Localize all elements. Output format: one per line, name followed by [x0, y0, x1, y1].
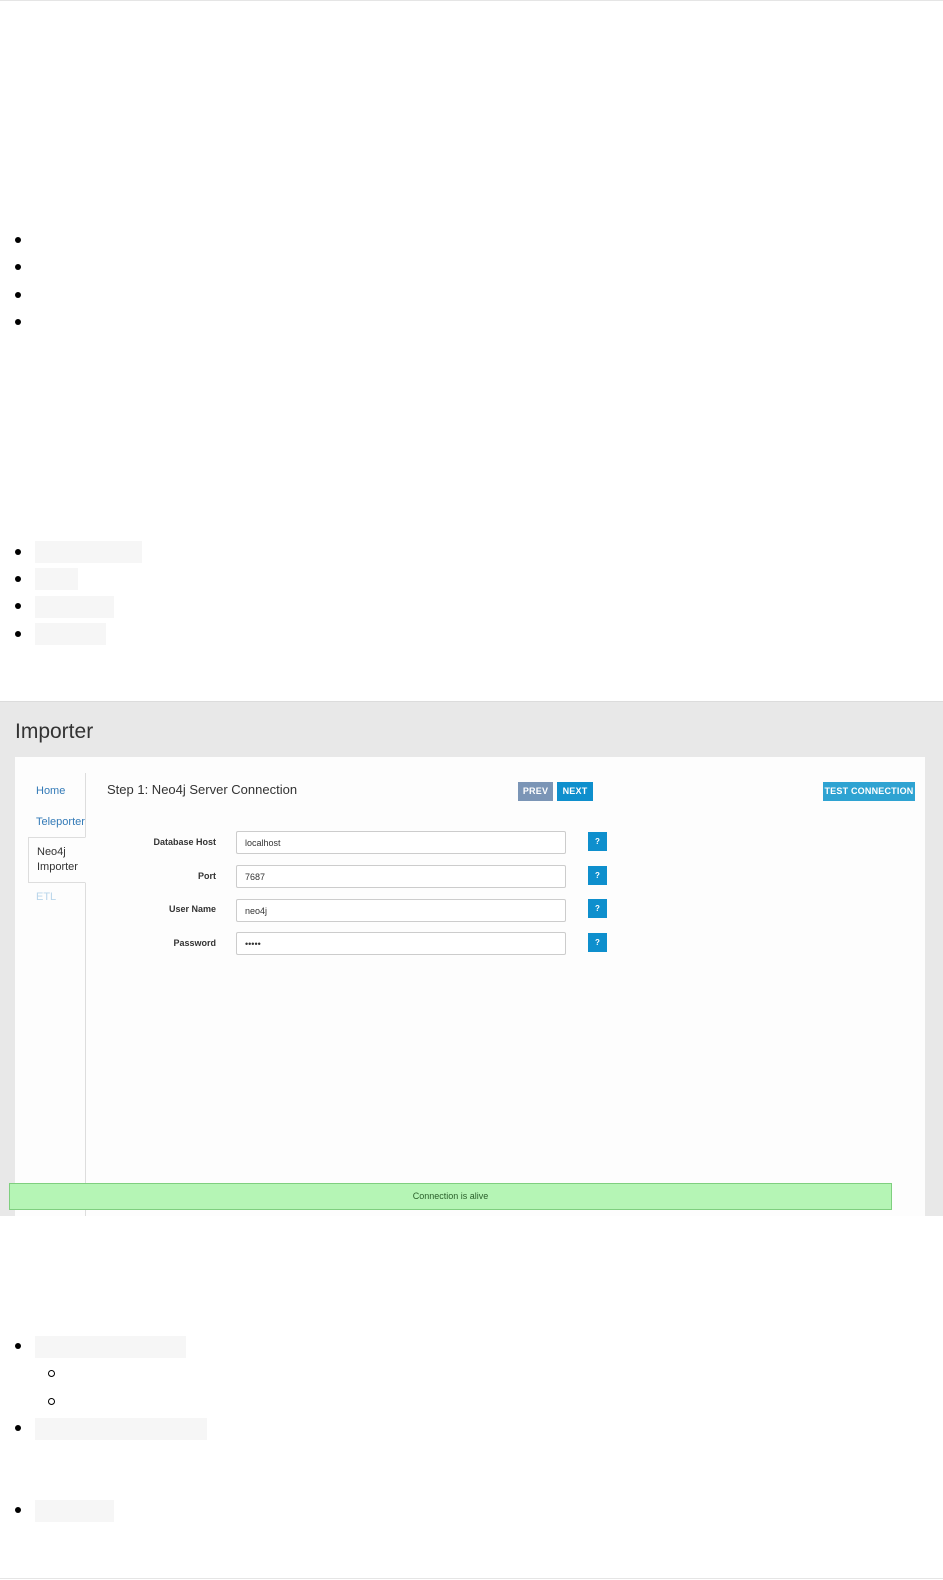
list-bullet [15, 631, 21, 637]
list-bullet [15, 576, 21, 582]
nested-list-bullet [48, 1370, 55, 1377]
prev-button[interactable]: PREV [518, 782, 553, 801]
list-bullet [15, 549, 21, 555]
placeholder-link[interactable] [35, 623, 106, 645]
list-bullet [15, 603, 21, 609]
list-bullet [15, 237, 21, 243]
list-bullet [15, 1425, 21, 1431]
user-name-input[interactable] [236, 899, 566, 922]
importer-panel: Importer Home Teleporter Neo4j Importer … [0, 701, 943, 1216]
list-bullet [15, 319, 21, 325]
list-bullet [15, 1507, 21, 1513]
placeholder-link[interactable] [35, 1418, 207, 1440]
page-title: Importer [15, 720, 94, 743]
status-alert: Connection is alive [9, 1183, 892, 1210]
sidebar-item-etl[interactable]: ETL [28, 890, 85, 905]
port-help-button[interactable]: ? [588, 866, 607, 885]
list-bullet [15, 264, 21, 270]
placeholder-link[interactable] [35, 1500, 114, 1522]
port-label: Port [198, 871, 216, 881]
password-help-button[interactable]: ? [588, 933, 607, 952]
step-title: Step 1: Neo4j Server Connection [107, 782, 298, 797]
test-connection-button[interactable]: TEST CONNECTION [823, 782, 915, 801]
placeholder-link[interactable] [35, 568, 78, 590]
list-bullet [15, 1343, 21, 1349]
next-button[interactable]: NEXT [557, 782, 593, 801]
placeholder-link[interactable] [35, 596, 114, 618]
password-input[interactable] [236, 932, 566, 955]
placeholder-link[interactable] [35, 1336, 186, 1358]
placeholder-link[interactable] [35, 541, 142, 563]
port-input[interactable] [236, 865, 566, 888]
sidebar-nav: Home Teleporter Neo4j Importer ETL [28, 773, 86, 1216]
user-name-help-button[interactable]: ? [588, 899, 607, 918]
database-host-input[interactable] [236, 831, 566, 854]
sidebar-item-home[interactable]: Home [28, 784, 85, 799]
sidebar-item-neo4j-importer[interactable]: Neo4j Importer [28, 837, 86, 883]
sidebar-item-teleporter[interactable]: Teleporter [28, 815, 85, 830]
database-host-help-button[interactable]: ? [588, 832, 607, 851]
bottom-divider [0, 1578, 943, 1579]
list-bullet [15, 292, 21, 298]
database-host-label: Database Host [153, 837, 216, 847]
user-name-label: User Name [168, 904, 216, 914]
password-label: Password [173, 938, 216, 948]
nested-list-bullet [48, 1398, 55, 1405]
top-divider [0, 0, 943, 1]
importer-card: Home Teleporter Neo4j Importer ETL Step … [15, 757, 925, 1216]
